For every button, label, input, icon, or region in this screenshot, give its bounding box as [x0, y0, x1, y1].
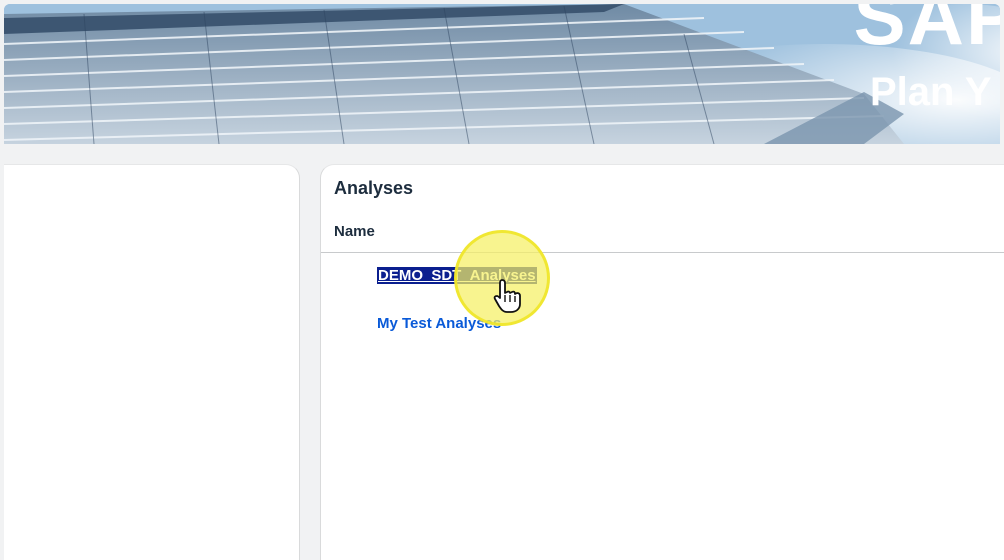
header-banner: SAP Plan Y [4, 4, 1000, 144]
name-column-header[interactable]: Name [334, 223, 375, 240]
list-item: DEMO_SDT_Analyses [377, 267, 537, 315]
building-banner-image [4, 4, 1000, 144]
banner-subtitle: Plan Y [870, 70, 992, 114]
analysis-link-demo-sdt[interactable]: DEMO_SDT_Analyses [377, 267, 537, 284]
analysis-link-my-test[interactable]: My Test Analyses [377, 315, 501, 332]
header-divider [321, 252, 1004, 253]
list-item: My Test Analyses [377, 315, 537, 363]
banner-title: SAP [853, 4, 1000, 61]
analyses-list: DEMO_SDT_Analyses My Test Analyses [377, 267, 537, 363]
panel-title: Analyses [334, 178, 414, 198]
left-panel [4, 164, 300, 560]
page: SAP Plan Y Analyses Name DEMO_SDT_Analys… [0, 0, 1004, 560]
analyses-panel: Analyses Name DEMO_SDT_Analyses My Test … [320, 164, 1004, 560]
